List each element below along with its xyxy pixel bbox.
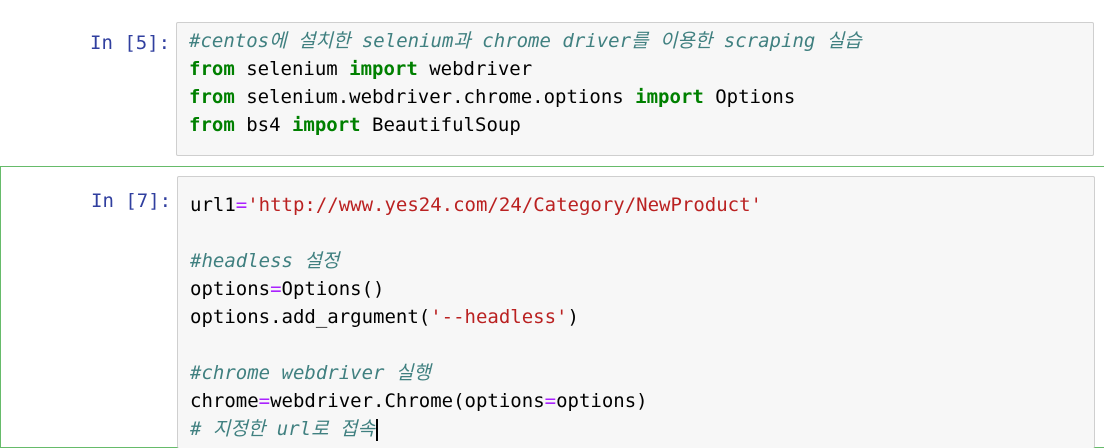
keyword-token: from [189, 114, 235, 136]
string-token: '--headless' [430, 306, 568, 328]
code-token: bs4 [234, 114, 292, 136]
code-input[interactable]: #centos에 설치한 selenium과 chrome driver를 이용… [176, 22, 1094, 156]
cell-prompt: In [5]: [90, 32, 171, 54]
code-token: options.add_argument( [190, 306, 431, 328]
keyword-token: import [291, 114, 361, 136]
code-line: # 지정한 url로 접속 [190, 415, 378, 443]
code-line: #chrome webdriver 실행 [190, 359, 431, 387]
operator-token: = [270, 278, 282, 300]
code-token: ) [567, 306, 579, 328]
comment-token: #centos에 설치한 selenium과 chrome driver를 이용… [189, 30, 862, 52]
code-line: #centos에 설치한 selenium과 chrome driver를 이용… [189, 27, 862, 55]
code-token: selenium [234, 58, 350, 80]
operator-token: = [235, 194, 248, 216]
code-token: BeautifulSoup [360, 114, 521, 136]
code-token: options) [556, 390, 648, 412]
comment-token: #chrome webdriver 실행 [190, 362, 431, 384]
keyword-token: import [635, 86, 704, 108]
code-cell-5[interactable]: In [5]: #centos에 설치한 selenium과 chrome dr… [0, 20, 1104, 160]
code-token: Options() [281, 278, 385, 300]
code-token: options [190, 278, 271, 300]
operator-token: = [258, 390, 271, 412]
code-line: from bs4 import BeautifulSoup [189, 111, 521, 139]
comment-token: #headless 설정 [190, 250, 340, 272]
code-token: url1 [190, 194, 236, 216]
code-line: options.add_argument('--headless') [190, 303, 579, 331]
code-line: chrome=webdriver.Chrome(options=options) [190, 387, 648, 415]
code-line: #headless 설정 [190, 247, 339, 275]
comment-token: # 지정한 url로 접속 [190, 418, 375, 440]
cell-prompt: In [7]: [91, 190, 172, 212]
code-line: options=Options() [190, 275, 384, 303]
code-token: Options [703, 86, 796, 108]
code-token: selenium.webdriver.chrome.options [234, 86, 636, 108]
code-token: webdriver [417, 58, 533, 80]
keyword-token: from [189, 58, 235, 80]
code-token: webdriver.Chrome(options [270, 390, 545, 412]
code-token: chrome [190, 390, 259, 412]
operator-token: = [544, 390, 557, 412]
code-line: from selenium import webdriver [189, 55, 532, 83]
code-cell-7[interactable]: In [7]: url1='http://www.yes24.com/24/Ca… [0, 166, 1104, 448]
code-line: url1='http://www.yes24.com/24/Category/N… [190, 191, 762, 219]
code-input[interactable]: url1='http://www.yes24.com/24/Category/N… [177, 176, 1095, 448]
string-token: 'http://www.yes24.com/24/Category/NewPro… [247, 194, 762, 216]
code-line: from selenium.webdriver.chrome.options i… [189, 83, 795, 111]
keyword-token: import [349, 58, 418, 80]
keyword-token: from [189, 86, 235, 108]
text-cursor [375, 418, 378, 441]
